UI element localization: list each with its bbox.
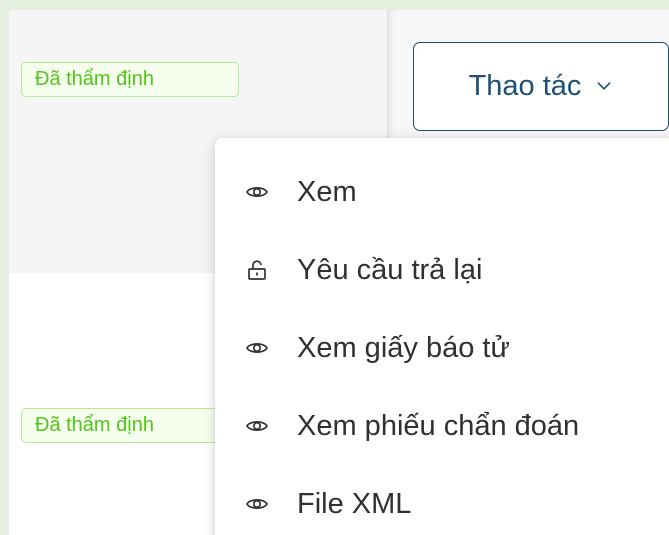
actions-button-label: Thao tác: [468, 70, 582, 102]
actions-dropdown-button[interactable]: Thao tác: [413, 42, 669, 131]
eye-icon: [243, 412, 271, 440]
menu-item-file-xml[interactable]: File XML: [215, 466, 669, 535]
status-badge: Đã thẩm định: [21, 408, 221, 443]
menu-item-view-diagnosis[interactable]: Xem phiếu chẩn đoán: [215, 388, 669, 464]
table-area: Đã thẩm định Đã thẩm định Thao tác Xem Y…: [9, 10, 669, 535]
eye-icon: [243, 334, 271, 362]
menu-item-label: Xem giấy báo tử: [297, 331, 510, 364]
actions-dropdown-menu: Xem Yêu cầu trả lại Xem giấy báo tử Xem …: [215, 138, 669, 535]
status-badge: Đã thẩm định: [21, 62, 239, 97]
menu-item-label: File XML: [297, 487, 412, 520]
menu-item-label: Xem: [297, 175, 357, 208]
chevron-down-icon: [595, 70, 613, 103]
menu-item-label: Xem phiếu chẩn đoán: [297, 409, 580, 442]
menu-item-request-return[interactable]: Yêu cầu trả lại: [215, 232, 669, 308]
unlock-icon: [243, 256, 271, 284]
menu-item-view-death-notice[interactable]: Xem giấy báo tử: [215, 310, 669, 386]
eye-icon: [243, 490, 271, 518]
eye-icon: [243, 178, 271, 206]
menu-item-label: Yêu cầu trả lại: [297, 253, 483, 286]
menu-item-view[interactable]: Xem: [215, 154, 669, 230]
